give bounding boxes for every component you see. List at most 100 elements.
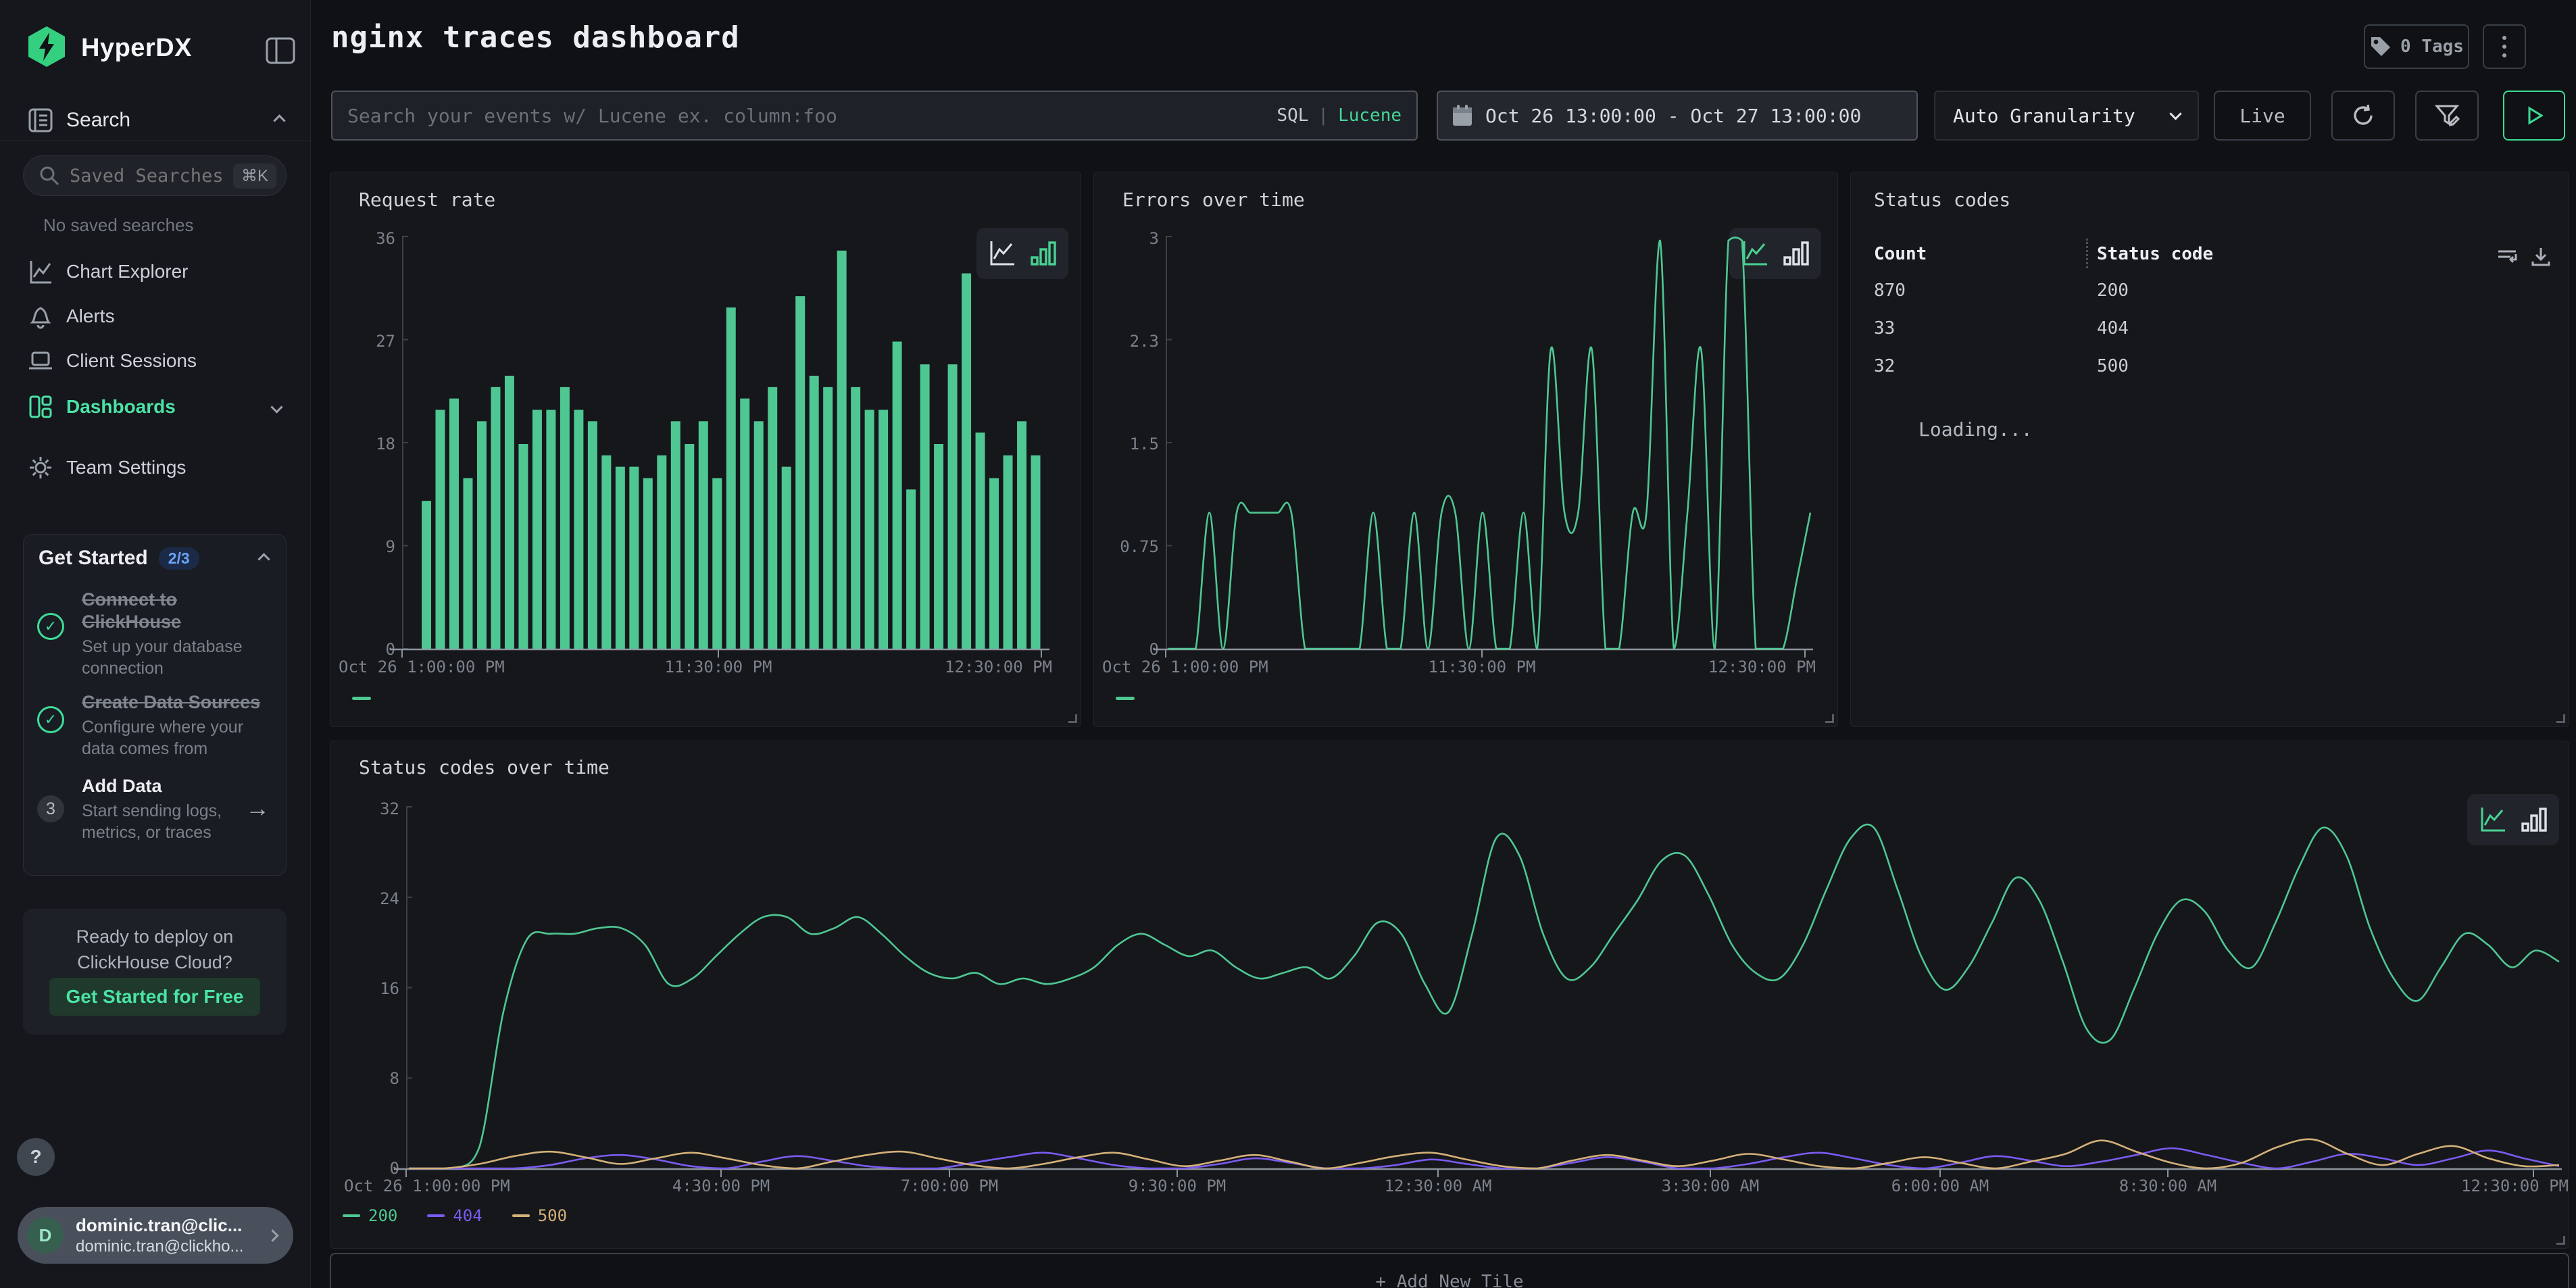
chart-explorer-icon [27, 258, 54, 285]
chevron-down-icon[interactable] [270, 401, 282, 413]
refresh-button[interactable] [2331, 91, 2395, 141]
sidebar-item-chart-explorer[interactable]: Chart Explorer [0, 250, 311, 293]
more-options-button[interactable] [2483, 24, 2526, 69]
live-button[interactable]: Live [2214, 91, 2311, 141]
search-icon [39, 165, 60, 187]
arrow-right-icon: → [245, 794, 270, 822]
legend-dash[interactable] [1116, 697, 1135, 700]
y-tick: 8 [390, 1069, 399, 1088]
sql-toggle[interactable]: SQL [1277, 105, 1308, 126]
check-circle-icon: ✓ [37, 613, 64, 640]
event-search-input[interactable] [347, 105, 1277, 127]
legend-dash [427, 1214, 445, 1217]
help-button[interactable]: ? [17, 1138, 55, 1176]
tile-status-codes: Status codes Count Status code 870 200 3… [1850, 172, 2569, 727]
table-cell[interactable]: 404 [2097, 318, 2129, 339]
sidebar-collapse-icon[interactable] [265, 35, 296, 66]
tile-resize-handle[interactable] [2556, 1236, 2565, 1245]
get-started-step-sources[interactable]: ✓ Create Data Sources Configure where yo… [37, 691, 274, 760]
granularity-select[interactable]: Auto Granularity [1934, 91, 2199, 141]
saved-searches-input[interactable] [70, 166, 225, 187]
get-started-card: Get Started 2/3 ✓ Connect to ClickHouse … [23, 534, 287, 876]
legend-item-200[interactable]: 200 [343, 1206, 397, 1225]
legend-dash [343, 1214, 360, 1217]
sidebar-item-search[interactable]: Search [0, 100, 311, 141]
column-header-count[interactable]: Count [1874, 244, 1927, 264]
y-tick: 18 [376, 435, 395, 453]
table-actions [2496, 245, 2552, 268]
tile-request-rate: Request rate 36 27 18 9 0 Oct 26 1:00:00… [330, 172, 1081, 727]
tile-resize-handle[interactable] [2556, 714, 2565, 723]
lucene-toggle[interactable]: Lucene [1338, 105, 1402, 126]
step-number-badge: 3 [37, 795, 64, 822]
x-tick: 12:30:00 PM [1708, 658, 1816, 676]
get-started-step-add-data[interactable]: 3 Add Data Start sending logs, metrics, … [37, 775, 274, 843]
sidebar-item-client-sessions[interactable]: Client Sessions [0, 339, 311, 382]
legend-item-404[interactable]: 404 [427, 1206, 482, 1225]
tile-resize-handle[interactable] [1825, 714, 1834, 723]
get-started-title: Get Started [39, 547, 148, 570]
legend-dash[interactable] [352, 697, 371, 700]
avatar: D [27, 1217, 64, 1254]
y-tick: 9 [386, 537, 395, 556]
x-tick: 6:00:00 AM [1891, 1176, 1989, 1195]
tags-button[interactable]: 0 Tags [2364, 24, 2469, 69]
calendar-icon [1452, 104, 1473, 127]
x-tick: Oct 26 1:00:00 PM [344, 1176, 510, 1195]
query-language-toggle[interactable]: SQL | Lucene [1277, 105, 1402, 126]
chevron-right-icon [266, 1229, 278, 1241]
legend-item-500[interactable]: 500 [512, 1206, 567, 1225]
brand-name: HyperDX [81, 34, 192, 63]
laptop-icon [27, 347, 54, 374]
table-cell[interactable]: 500 [2097, 356, 2129, 376]
x-tick: Oct 26 1:00:00 PM [1102, 658, 1268, 676]
table-cell[interactable]: 870 [1874, 280, 1906, 301]
tile-status-codes-over-time: Status codes over time 32 24 16 8 0 Oct … [330, 741, 2569, 1249]
column-header-status[interactable]: Status code [2097, 244, 2213, 264]
filter-edit-icon [2433, 102, 2460, 129]
deploy-card: Ready to deploy on ClickHouse Cloud? Get… [23, 909, 287, 1035]
sidebar-item-dashboards[interactable]: Dashboards [0, 385, 311, 428]
date-range-picker[interactable]: Oct 26 13:00:00 - Oct 27 13:00:00 [1437, 91, 1918, 141]
table-cell[interactable]: 200 [2097, 280, 2129, 301]
table-cell[interactable]: 33 [1874, 318, 1895, 339]
user-name: dominic.tran@clic... [76, 1215, 243, 1236]
table-cell[interactable]: 32 [1874, 356, 1895, 376]
run-query-button[interactable] [2503, 91, 2565, 141]
download-icon[interactable] [2529, 245, 2552, 268]
tile-title: Request rate [359, 189, 495, 211]
y-tick: 3 [1149, 229, 1159, 248]
shortcut-badge: ⌘K [233, 164, 276, 189]
dashboards-icon [27, 393, 54, 420]
sort-rows-icon[interactable] [2496, 245, 2519, 268]
get-started-free-button[interactable]: Get Started for Free [49, 978, 260, 1016]
column-divider[interactable] [2086, 239, 2088, 268]
user-email: dominic.tran@clickho... [76, 1237, 243, 1256]
x-tick: 3:30:00 AM [1662, 1176, 1760, 1195]
hyperdx-logo-icon [27, 26, 66, 71]
search-section-label: Search [66, 109, 130, 132]
y-tick: 24 [380, 889, 399, 908]
sidebar-item-team-settings[interactable]: Team Settings [0, 446, 311, 489]
get-started-step-connect[interactable]: ✓ Connect to ClickHouse Set up your data… [37, 589, 274, 679]
sidebar: HyperDX Search ⌘K No saved searches Char… [0, 0, 311, 1288]
tile-title: Errors over time [1122, 189, 1305, 211]
x-tick: 4:30:00 PM [672, 1176, 770, 1195]
x-tick: 12:30:00 PM [2461, 1176, 2569, 1195]
bell-icon [27, 303, 54, 330]
chevron-up-icon[interactable] [273, 114, 285, 126]
chart-legend: 200 404 500 [343, 1206, 567, 1225]
add-new-tile-button[interactable]: + Add New Tile [330, 1253, 2569, 1288]
sidebar-item-alerts[interactable]: Alerts [0, 295, 311, 338]
tile-resize-handle[interactable] [1068, 714, 1077, 723]
tile-title: Status codes [1874, 189, 2010, 211]
kebab-icon [2502, 36, 2506, 40]
y-tick: 27 [376, 332, 395, 351]
filter-button[interactable] [2415, 91, 2479, 141]
get-started-progress-badge: 2/3 [159, 547, 199, 570]
date-range-value: Oct 26 13:00:00 - Oct 27 13:00:00 [1485, 105, 1861, 127]
loading-text: Loading... [1918, 418, 2033, 441]
no-saved-searches-text: No saved searches [43, 215, 194, 236]
user-menu[interactable]: D dominic.tran@clic... dominic.tran@clic… [18, 1207, 293, 1264]
chevron-up-icon[interactable] [257, 553, 270, 565]
